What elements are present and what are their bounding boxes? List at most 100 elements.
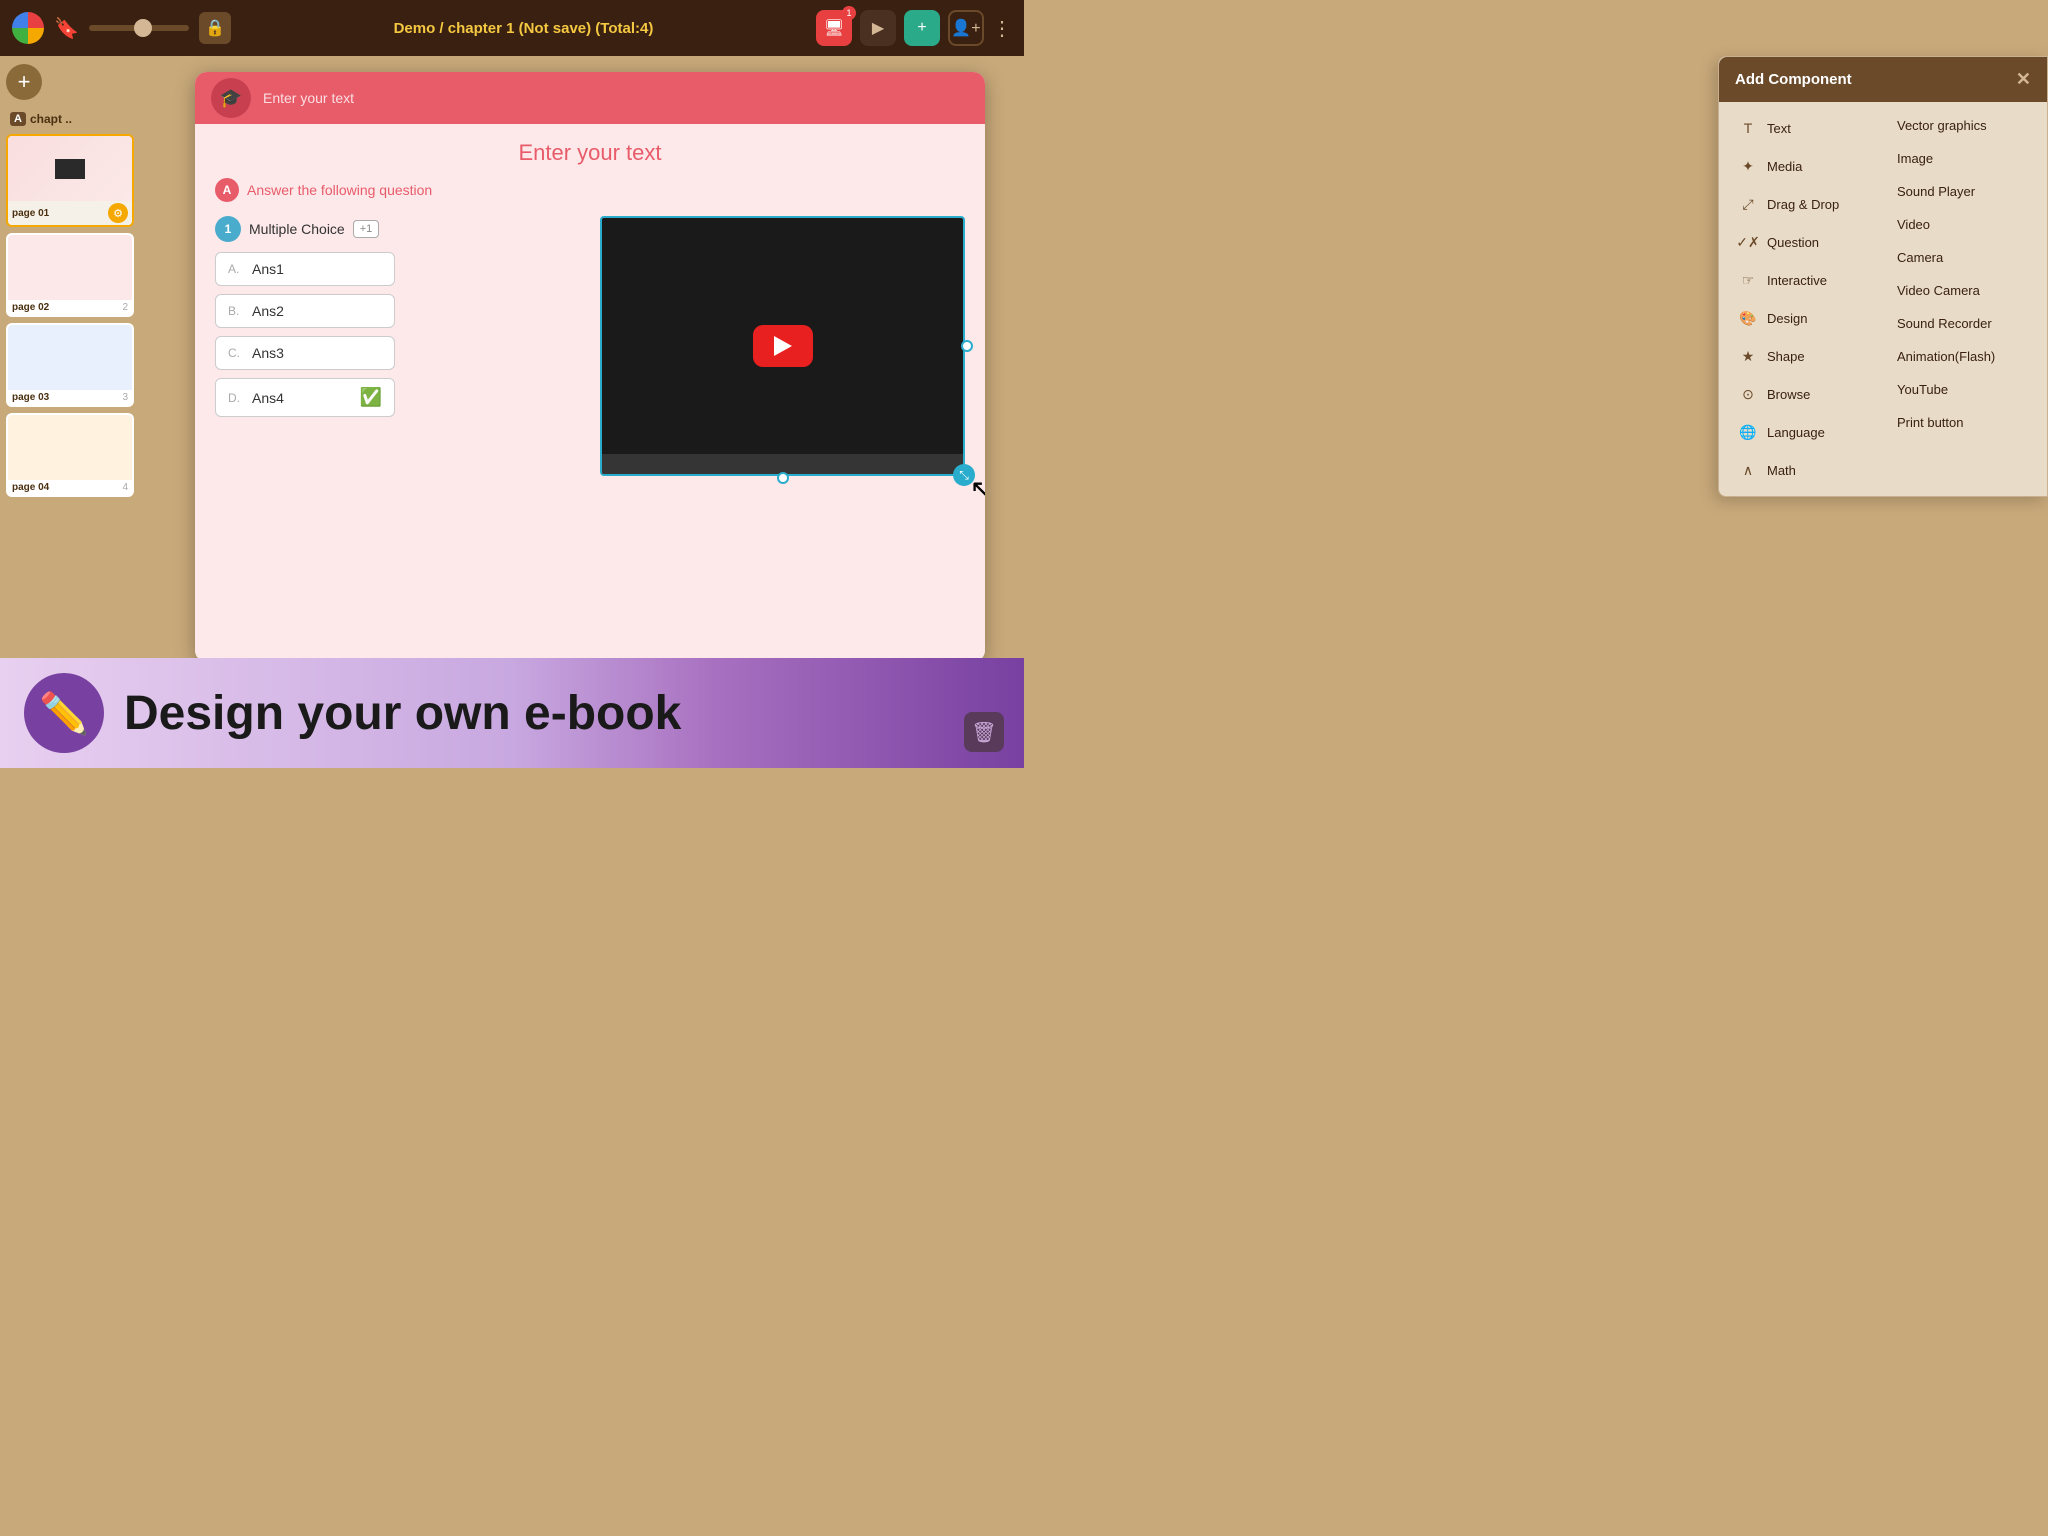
component-math[interactable]: ∧ Math <box>1727 452 1881 488</box>
right-item-video-camera[interactable]: Video Camera <box>1885 275 2039 306</box>
add-user-button[interactable]: 👤+ <box>948 10 984 46</box>
banner-icon: ✏️ <box>24 673 104 753</box>
math-icon: ∧ <box>1737 459 1759 481</box>
answer-option-d[interactable]: D. Ans4 ✅ <box>215 378 395 417</box>
right-item-video[interactable]: Video <box>1885 209 2039 240</box>
gear-icon-1[interactable]: ⚙ <box>108 203 128 223</box>
bookmark-icon[interactable]: 🔖 <box>54 16 79 41</box>
play-button[interactable]: ▶ <box>860 10 896 46</box>
component-interactive[interactable]: ☞ Interactive <box>1727 262 1881 298</box>
drag-drop-icon: ⤢ <box>1737 193 1759 215</box>
top-actions: 🖥 1 ▶ + 👤+ ⋮ <box>816 10 1012 46</box>
answer-letter-a: A. <box>228 262 244 276</box>
right-item-animation[interactable]: Animation(Flash) <box>1885 341 2039 372</box>
page-thumbnail-3[interactable]: page 03 3 <box>6 323 134 407</box>
answer-letter-c: C. <box>228 346 244 360</box>
page-footer-1: page 01 ⚙ <box>8 201 132 225</box>
video-player[interactable] <box>600 216 965 476</box>
panel-title: Add Component <box>1735 71 1852 88</box>
answer-option-a[interactable]: A. Ans1 <box>215 252 395 286</box>
page-thumbnail-4[interactable]: page 04 4 <box>6 413 134 497</box>
canvas-area: 🎓 Enter your text Enter your text A Answ… <box>140 56 1024 658</box>
page-header-title: Enter your text <box>263 90 354 106</box>
right-item-print[interactable]: Print button <box>1885 407 2039 438</box>
answers-column: 1 Multiple Choice +1 A. Ans1 B. Ans2 <box>215 216 584 476</box>
mc-plus[interactable]: +1 <box>353 220 380 238</box>
page-num-2: 2 <box>122 302 128 313</box>
page-thumbnail-2[interactable]: page 02 2 <box>6 233 134 317</box>
answer-option-b[interactable]: B. Ans2 <box>215 294 395 328</box>
language-icon: 🌐 <box>1737 421 1759 443</box>
page-main-title: Enter your text <box>215 140 965 166</box>
panel-body: T Text ✦ Media ⤢ Drag & Drop ✓✗ Question… <box>1719 102 2047 496</box>
sidebar: + A chapt .. page 01 ⚙ page 02 2 page 0 <box>0 56 140 658</box>
component-design[interactable]: 🎨 Design <box>1727 300 1881 336</box>
add-page-sidebar-button[interactable]: + <box>6 64 42 100</box>
page-preview-4 <box>8 415 132 480</box>
notification-badge: 1 <box>842 6 856 20</box>
right-item-youtube[interactable]: YouTube <box>1885 374 2039 405</box>
video-controls-bar <box>602 454 963 474</box>
page-header: 🎓 Enter your text <box>195 72 985 124</box>
right-item-image[interactable]: Image <box>1885 143 2039 174</box>
page-label-4: page 04 <box>12 482 49 493</box>
panel-header: Add Component ✕ <box>1719 57 2047 102</box>
component-language[interactable]: 🌐 Language <box>1727 414 1881 450</box>
answer-text-b: Ans2 <box>252 303 284 319</box>
right-item-sound-player[interactable]: Sound Player <box>1885 176 2039 207</box>
component-language-label: Language <box>1767 425 1825 440</box>
component-question[interactable]: ✓✗ Question <box>1727 224 1881 260</box>
component-text[interactable]: T Text <box>1727 110 1881 146</box>
answer-option-c[interactable]: C. Ans3 <box>215 336 395 370</box>
component-browse-label: Browse <box>1767 387 1810 402</box>
page-footer-4: page 04 4 <box>8 480 132 495</box>
question-letter: A <box>215 178 239 202</box>
page-footer-3: page 03 3 <box>8 390 132 405</box>
main-content: + A chapt .. page 01 ⚙ page 02 2 page 0 <box>0 56 1024 658</box>
answer-letter-d: D. <box>228 391 244 405</box>
component-shape[interactable]: ★ Shape <box>1727 338 1881 374</box>
more-options-button[interactable]: ⋮ <box>992 16 1012 41</box>
panel-close-button[interactable]: ✕ <box>2016 69 2031 90</box>
page-thumbnail-1[interactable]: page 01 ⚙ <box>6 134 134 227</box>
answer-text-c: Ans3 <box>252 345 284 361</box>
notifications-button[interactable]: 🖥 1 <box>816 10 852 46</box>
resize-handle-bottom[interactable] <box>777 472 789 484</box>
page-footer-2: page 02 2 <box>8 300 132 315</box>
chapter-label: A chapt .. <box>6 110 134 128</box>
media-icon: ✦ <box>1737 155 1759 177</box>
text-icon: T <box>1737 117 1759 139</box>
chapter-name: chapt .. <box>30 112 72 126</box>
page-header-icon: 🎓 <box>211 78 251 118</box>
mc-number: 1 <box>215 216 241 242</box>
page-num-4: 4 <box>122 482 128 493</box>
page-label-2: page 02 <box>12 302 49 313</box>
component-media[interactable]: ✦ Media <box>1727 148 1881 184</box>
answer-text-d: Ans4 <box>252 390 284 406</box>
right-item-camera[interactable]: Camera <box>1885 242 2039 273</box>
add-page-button[interactable]: + <box>904 10 940 46</box>
component-browse[interactable]: ⊙ Browse <box>1727 376 1881 412</box>
component-interactive-label: Interactive <box>1767 273 1827 288</box>
component-design-label: Design <box>1767 311 1807 326</box>
zoom-slider[interactable] <box>89 25 189 31</box>
component-drag-drop[interactable]: ⤢ Drag & Drop <box>1727 186 1881 222</box>
slider-thumb[interactable] <box>134 19 152 37</box>
right-item-sound-recorder[interactable]: Sound Recorder <box>1885 308 2039 339</box>
page-num-3: 3 <box>122 392 128 403</box>
interactive-icon: ☞ <box>1737 269 1759 291</box>
youtube-play-button[interactable] <box>753 325 813 367</box>
browse-icon: ⊙ <box>1737 383 1759 405</box>
component-text-label: Text <box>1767 121 1791 136</box>
component-media-label: Media <box>1767 159 1802 174</box>
lock-button[interactable]: 🔒 <box>199 12 231 44</box>
app-logo[interactable] <box>12 12 44 44</box>
resize-handle-right[interactable] <box>961 340 973 352</box>
mc-label: Multiple Choice <box>249 221 345 237</box>
component-question-label: Question <box>1767 235 1819 250</box>
mc-header: 1 Multiple Choice +1 <box>215 216 584 242</box>
trash-button[interactable]: 🗑 <box>964 712 1004 752</box>
component-drag-drop-label: Drag & Drop <box>1767 197 1839 212</box>
right-item-vector[interactable]: Vector graphics <box>1885 110 2039 141</box>
bottom-banner: ✏️ Design your own e-book 🗑 <box>0 658 1024 768</box>
